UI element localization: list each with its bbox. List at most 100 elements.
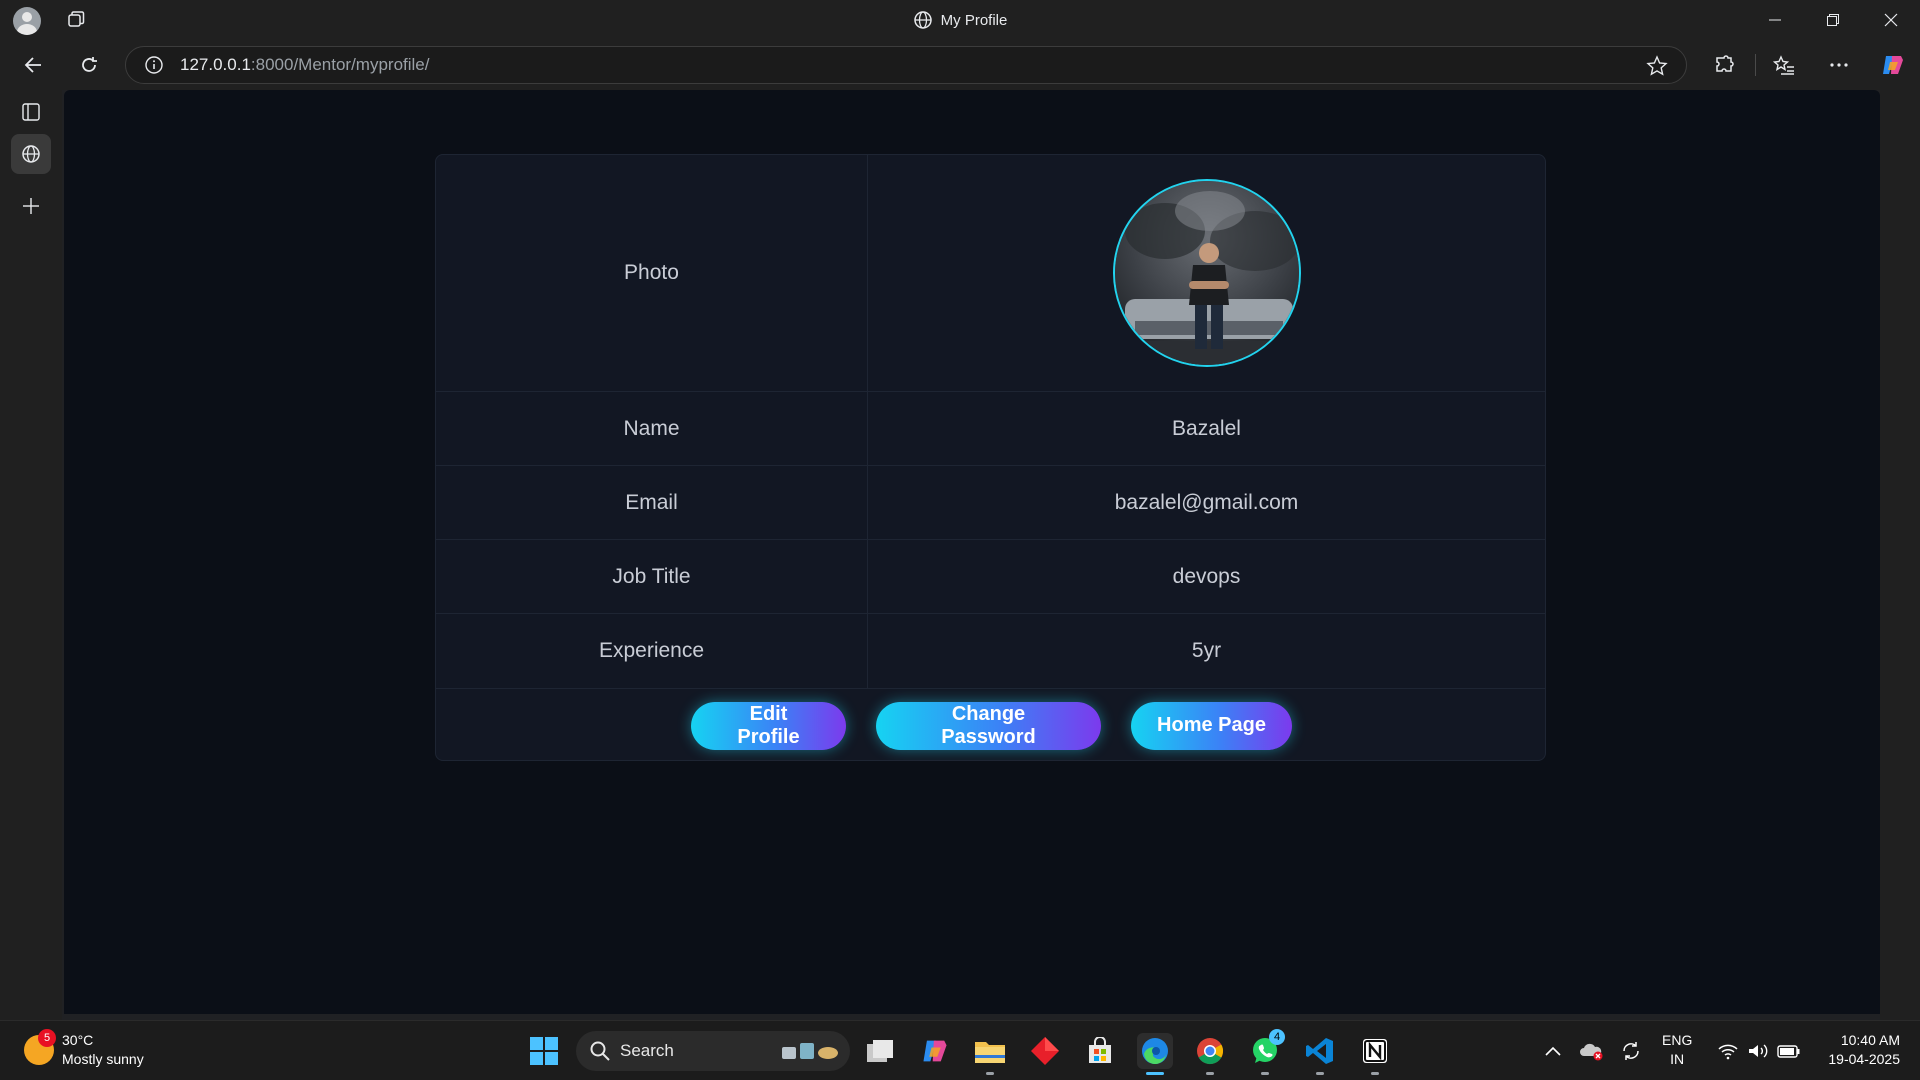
panel-icon xyxy=(22,103,40,121)
url-path: :8000/Mentor/myprofile/ xyxy=(250,55,430,74)
copilot-button[interactable] xyxy=(1877,49,1909,81)
page-content: Photo Name Bazalel Email bazalel@gmail.c… xyxy=(64,90,1880,1014)
search-highlight-icon xyxy=(782,1043,838,1059)
wifi-icon xyxy=(1718,1044,1738,1060)
extensions-button[interactable] xyxy=(1708,49,1740,81)
edge-icon xyxy=(1142,1038,1168,1065)
profile-table: Photo Name Bazalel Email bazalel@gmail.c… xyxy=(435,154,1546,761)
site-info-icon[interactable] xyxy=(144,55,164,75)
row-label: Email xyxy=(436,466,868,539)
file-explorer-button[interactable] xyxy=(972,1033,1008,1075)
sync-icon xyxy=(1623,1042,1639,1060)
active-indicator xyxy=(1146,1072,1164,1075)
home-page-button[interactable]: Home Page xyxy=(1131,701,1292,750)
profile-row-email: Email bazalel@gmail.com xyxy=(436,466,1545,540)
app-red-diamond-button[interactable] xyxy=(1027,1033,1063,1069)
profile-row-name: Name Bazalel xyxy=(436,392,1545,466)
close-icon xyxy=(1884,13,1898,27)
task-view-button[interactable] xyxy=(862,1033,898,1069)
language-code: ENG xyxy=(1662,1032,1693,1048)
back-arrow-icon xyxy=(24,57,41,73)
globe-icon xyxy=(22,145,40,163)
name-value: Bazalel xyxy=(1172,416,1241,440)
chrome-button[interactable] xyxy=(1192,1033,1228,1075)
close-button[interactable] xyxy=(1862,0,1920,40)
battery-icon xyxy=(1777,1045,1800,1058)
row-label: Experience xyxy=(436,614,868,688)
quick-settings-button[interactable] xyxy=(1709,1033,1809,1069)
settings-more-button[interactable] xyxy=(1823,49,1855,81)
weather-badge: 5 xyxy=(38,1029,56,1047)
restore-button[interactable] xyxy=(1804,0,1862,40)
restore-icon xyxy=(1827,14,1839,26)
taskbar-search[interactable]: Search xyxy=(576,1031,850,1071)
minimize-icon xyxy=(1769,19,1781,21)
notion-icon xyxy=(1363,1039,1387,1063)
copilot-icon xyxy=(1883,56,1903,74)
microsoft-store-button[interactable] xyxy=(1082,1033,1118,1069)
vertical-tabs-sidebar xyxy=(0,90,62,1020)
sidebar-panel-toggle[interactable] xyxy=(11,92,51,132)
row-label: Job Title xyxy=(436,540,868,613)
store-icon xyxy=(1089,1037,1111,1063)
show-hidden-icons-button[interactable] xyxy=(1535,1033,1571,1069)
row-label: Name xyxy=(436,392,868,465)
new-tab-button[interactable] xyxy=(11,186,51,226)
tab-actions-icon[interactable] xyxy=(66,10,86,30)
edit-profile-button[interactable]: Edit Profile xyxy=(691,701,846,750)
sidebar-tab-my-profile[interactable] xyxy=(11,134,51,174)
system-clock[interactable]: 10:40 AM 19-04-2025 xyxy=(1828,1031,1900,1069)
more-dots-icon xyxy=(1830,63,1848,67)
profile-photo xyxy=(1112,179,1301,367)
running-indicator xyxy=(1206,1072,1214,1075)
job-title-value: devops xyxy=(1172,564,1241,588)
volume-icon xyxy=(1749,1044,1768,1058)
notion-button[interactable] xyxy=(1357,1033,1393,1075)
clock-time: 10:40 AM xyxy=(1840,1032,1900,1048)
running-indicator xyxy=(986,1072,994,1075)
plus-icon xyxy=(23,198,39,214)
back-button[interactable] xyxy=(18,49,50,81)
onedrive-tray-icon[interactable] xyxy=(1574,1033,1608,1069)
toolbar-divider xyxy=(1755,54,1756,76)
email-value: bazalel@gmail.com xyxy=(1114,490,1299,514)
address-bar[interactable]: 127.0.0.1:8000/Mentor/myprofile/ xyxy=(125,46,1687,84)
favorites-button[interactable] xyxy=(1768,49,1800,81)
clock-date: 19-04-2025 xyxy=(1828,1051,1900,1067)
start-button[interactable] xyxy=(526,1033,562,1069)
language-region: IN xyxy=(1670,1051,1685,1067)
change-password-button[interactable]: Change Password xyxy=(876,701,1101,750)
weather-desc: Mostly sunny xyxy=(62,1051,144,1067)
extensions-icon xyxy=(1716,55,1734,72)
row-value xyxy=(868,155,1545,391)
windows-logo-icon xyxy=(530,1037,558,1065)
browser-toolbar: 127.0.0.1:8000/Mentor/myprofile/ xyxy=(0,40,1920,90)
weather-widget[interactable]: 5 30°C Mostly sunny xyxy=(24,1029,144,1069)
window-title: My Profile xyxy=(940,11,1008,29)
vscode-button[interactable] xyxy=(1302,1033,1338,1075)
weather-temp: 30°C xyxy=(62,1032,94,1048)
running-indicator xyxy=(1371,1072,1379,1075)
copilot-taskbar-button[interactable] xyxy=(917,1033,953,1069)
weather-sun-icon: 5 xyxy=(24,1029,56,1065)
profile-avatar-icon[interactable] xyxy=(13,7,41,35)
profile-actions: Edit Profile Change Password Home Page xyxy=(436,689,1545,760)
cloud-error-icon xyxy=(1580,1043,1603,1061)
windows-taskbar: 5 30°C Mostly sunny Search 4 ENG IN 10:4… xyxy=(0,1020,1920,1080)
url-host: 127.0.0.1 xyxy=(180,55,251,74)
language-indicator[interactable]: ENG IN xyxy=(1662,1031,1692,1069)
edge-button[interactable] xyxy=(1137,1033,1173,1075)
row-label: Photo xyxy=(436,155,868,391)
search-label: Search xyxy=(620,1041,674,1060)
refresh-button[interactable] xyxy=(73,49,105,81)
experience-value: 5yr xyxy=(1191,639,1222,662)
minimize-button[interactable] xyxy=(1746,0,1804,40)
favorite-star-icon[interactable] xyxy=(1646,55,1668,77)
red-diamond-app-icon xyxy=(1031,1037,1059,1065)
folder-icon xyxy=(975,1042,1005,1063)
whatsapp-button[interactable]: 4 xyxy=(1247,1029,1285,1075)
url-text[interactable]: 127.0.0.1:8000/Mentor/myprofile/ xyxy=(180,55,430,75)
sync-tray-icon[interactable] xyxy=(1614,1033,1648,1069)
profile-photo-image xyxy=(1114,181,1299,365)
task-view-icon xyxy=(867,1040,893,1062)
